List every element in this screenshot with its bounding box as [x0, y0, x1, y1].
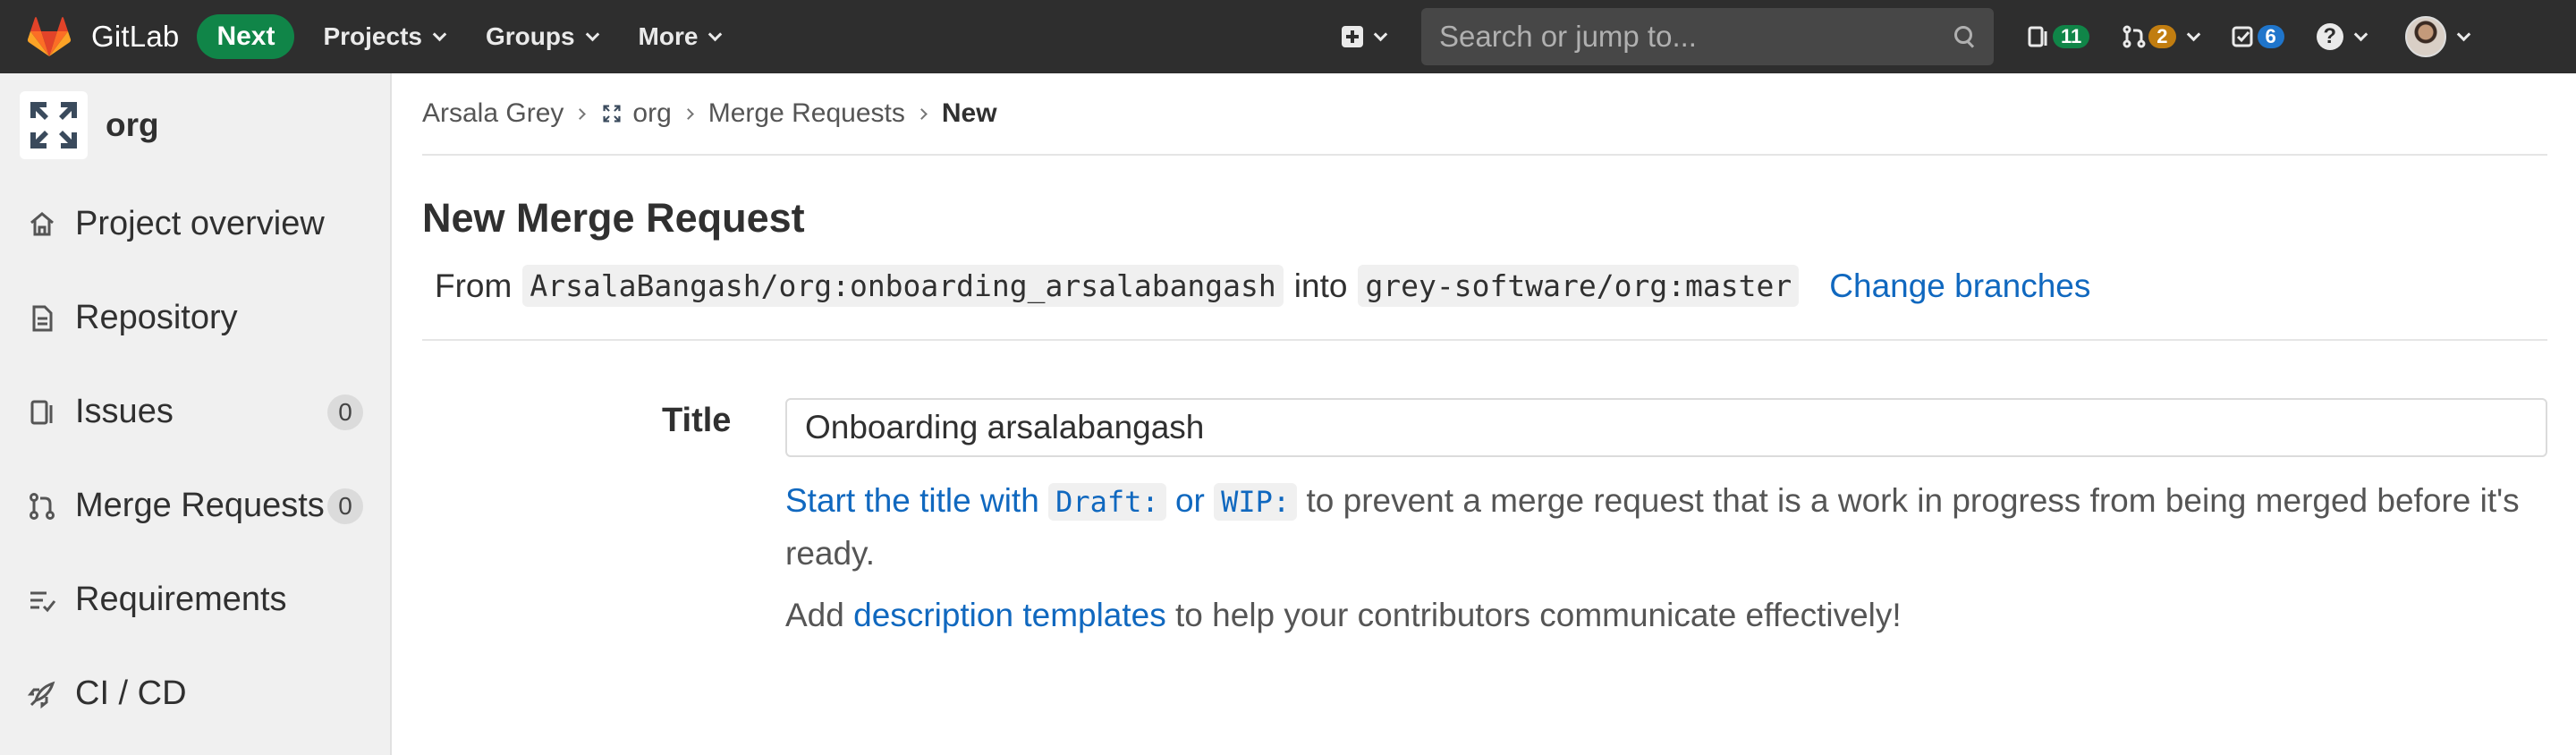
sidebar-item-repository[interactable]: Repository — [0, 271, 390, 365]
sidebar-item-ci-cd[interactable]: CI / CD — [0, 647, 390, 741]
breadcrumb-project-link[interactable]: org — [600, 98, 672, 129]
issues-icon — [2028, 26, 2047, 47]
chevron-right-icon — [682, 107, 694, 120]
brand-name: GitLab — [91, 20, 180, 53]
next-badge[interactable]: Next — [197, 14, 295, 59]
breadcrumb-current[interactable]: New — [942, 98, 997, 129]
new-item-dropdown[interactable] — [1342, 26, 1388, 47]
todos-shortcut[interactable]: 6 — [2231, 24, 2284, 49]
chevron-down-icon — [708, 27, 723, 41]
branch-summary: From ArsalaBangash/org:onboarding_arsala… — [422, 265, 2547, 341]
requirements-icon — [30, 591, 56, 612]
projects-label: Projects — [323, 22, 422, 50]
sidebar-project-header[interactable]: org — [0, 73, 390, 177]
sidebar-item-label: Merge Requests — [75, 487, 325, 524]
project-name: org — [106, 106, 159, 143]
sidebar-item-merge-requests[interactable]: Merge Requests 0 — [0, 459, 390, 553]
chevron-right-icon — [915, 107, 928, 120]
sidebar-item-label: Issues — [75, 393, 174, 430]
more-dropdown[interactable]: More — [638, 22, 723, 51]
todos-count-badge: 6 — [2257, 25, 2284, 48]
draft-hint-prefix: Start the title with — [785, 482, 1039, 519]
change-branches-link[interactable]: Change branches — [1829, 267, 2090, 305]
chevron-down-icon — [432, 27, 447, 41]
merge-request-icon — [2123, 25, 2146, 48]
search-input[interactable] — [1439, 20, 1954, 54]
merge-requests-shortcut[interactable]: 2 — [2122, 24, 2200, 49]
title-label: Title — [662, 402, 732, 439]
draft-hint: Start the title with Draft: or WIP: to p… — [785, 475, 2547, 579]
into-label: into — [1293, 267, 1348, 304]
search-icon — [1954, 26, 1976, 47]
merge-requests-count-badge: 2 — [2148, 25, 2176, 48]
sidebar-item-label: Project overview — [75, 205, 325, 242]
search-box[interactable] — [1421, 8, 1994, 65]
merge-request-icon — [30, 492, 55, 520]
project-logo-icon — [30, 102, 77, 148]
projects-dropdown[interactable]: Projects — [323, 22, 447, 51]
chevron-down-icon — [2186, 27, 2200, 41]
top-navbar: GitLab Next Projects Groups More Search … — [0, 0, 2576, 73]
desc-hint-suffix: to help your contributors communicate ef… — [1175, 597, 1902, 633]
counters: 11 2 6 — [2026, 24, 2317, 49]
sidebar-item-label: CI / CD — [75, 674, 187, 712]
issues-count-badge: 11 — [2053, 25, 2090, 48]
project-avatar — [20, 91, 88, 159]
breadcrumb-project-label: org — [632, 98, 672, 128]
issues-count: 0 — [327, 394, 363, 430]
breadcrumb-owner-link[interactable]: Arsala Grey — [422, 98, 564, 129]
description-templates-link[interactable]: description templates — [853, 597, 1166, 633]
chevron-down-icon — [585, 27, 599, 41]
user-avatar — [2404, 16, 2446, 57]
breadcrumb-merge-requests-link[interactable]: Merge Requests — [708, 98, 905, 129]
groups-label: Groups — [485, 22, 575, 50]
breadcrumb: Arsala Grey org Merge Requests New — [422, 73, 2547, 156]
chevron-down-icon — [1373, 27, 1388, 41]
source-branch: ArsalaBangash/org:onboarding_arsalabanga… — [522, 265, 1284, 307]
sidebar-item-project-overview[interactable]: Project overview — [0, 177, 390, 271]
title-form-row: Title Start the title with Draft: or WIP… — [422, 341, 2547, 636]
navbar-right: 11 2 6 ? — [1342, 0, 2471, 73]
todo-check-icon — [2232, 26, 2253, 47]
sidebar-item-label: Repository — [75, 299, 238, 336]
title-input[interactable] — [785, 398, 2547, 457]
main-nav-menu: Projects Groups More — [323, 22, 761, 51]
project-sidebar: org Project overview Repository Issues 0… — [0, 73, 392, 755]
more-label: More — [638, 22, 699, 50]
draft-hint-or: or — [1174, 482, 1205, 519]
user-menu[interactable] — [2404, 16, 2471, 57]
issues-icon — [30, 400, 53, 424]
desc-hint-prefix: Add — [785, 597, 844, 633]
rocket-icon — [27, 681, 55, 708]
plus-square-icon — [1342, 26, 1363, 47]
sidebar-item-requirements[interactable]: Requirements — [0, 553, 390, 647]
description-templates-hint: Add description templates to help your c… — [785, 597, 1902, 634]
wip-code: WIP: — [1214, 483, 1298, 521]
merge-requests-count: 0 — [327, 488, 363, 524]
issues-shortcut[interactable]: 11 — [2026, 24, 2090, 49]
chevron-right-icon — [574, 107, 587, 120]
sidebar-item-issues[interactable]: Issues 0 — [0, 365, 390, 459]
draft-hint-link[interactable]: Start the title with Draft: or WIP: — [785, 482, 1298, 521]
main-content: Arsala Grey org Merge Requests New New M… — [422, 73, 2547, 755]
doc-icon — [32, 305, 53, 331]
gitlab-home-link[interactable]: GitLab — [27, 16, 179, 57]
home-icon — [30, 211, 54, 235]
target-branch: grey-software/org:master — [1358, 265, 1800, 307]
draft-code: Draft: — [1048, 483, 1166, 521]
groups-dropdown[interactable]: Groups — [485, 22, 599, 51]
gitlab-logo-icon — [27, 17, 72, 56]
project-logo-icon — [600, 102, 624, 125]
chevron-down-icon — [2456, 27, 2471, 41]
page-title: New Merge Request — [422, 195, 805, 241]
sidebar-item-label: Requirements — [75, 581, 287, 618]
from-label: From — [435, 267, 513, 304]
help-dropdown[interactable]: ? — [2316, 23, 2368, 50]
chevron-down-icon — [2353, 27, 2368, 41]
help-icon: ? — [2316, 23, 2343, 50]
